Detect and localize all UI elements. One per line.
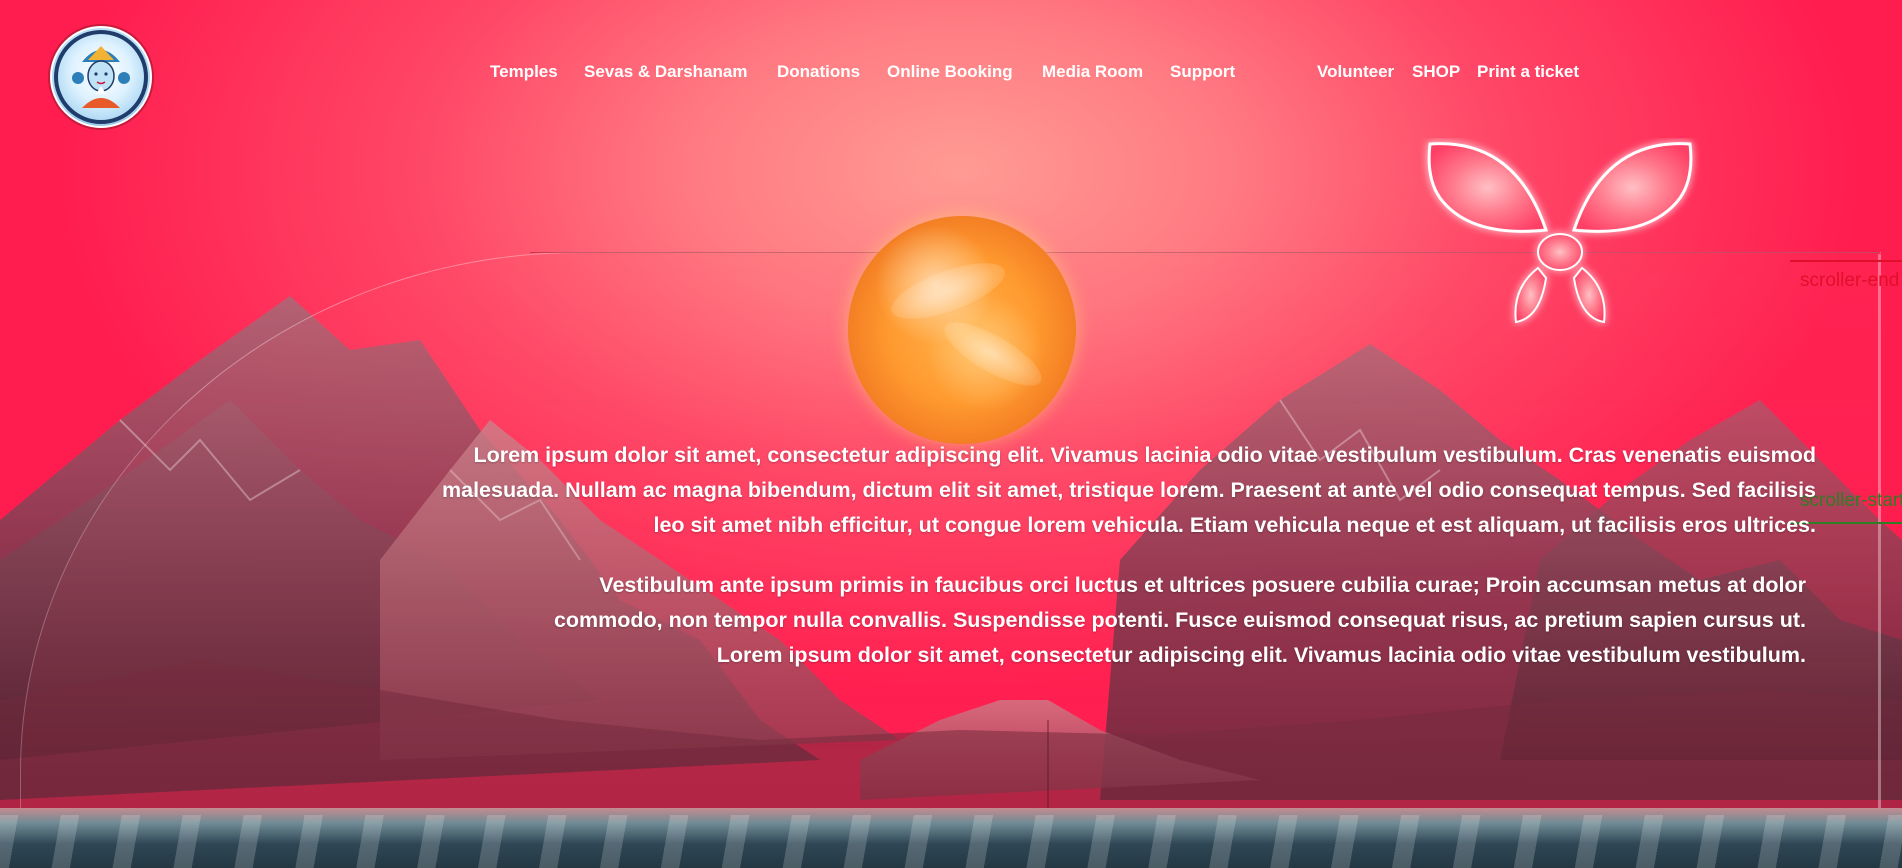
nav-item-sevas-darshanam[interactable]: Sevas & Darshanam — [584, 62, 747, 82]
panel-right-edge — [1878, 254, 1881, 814]
hero-paragraph-2: Vestibulum ante ipsum primis in faucibus… — [553, 573, 1806, 667]
nav-item-print-ticket[interactable]: Print a ticket — [1477, 62, 1579, 82]
scroller-end-line — [1790, 260, 1902, 262]
moon-cloud — [936, 310, 1050, 398]
nav-item-support[interactable]: Support — [1170, 62, 1235, 82]
water-ripples — [0, 815, 1902, 868]
moon-cloud — [884, 251, 1012, 331]
nav-item-shop[interactable]: SHOP — [1412, 62, 1460, 82]
main-navigation: Temples Sevas & Darshanam Donations Onli… — [0, 62, 1902, 88]
nav-item-volunteer[interactable]: Volunteer — [1317, 62, 1394, 82]
nav-item-online-booking[interactable]: Online Booking — [887, 62, 1013, 82]
orange-moon-image — [848, 216, 1076, 444]
butterfly-icon — [1427, 142, 1693, 324]
nav-item-temples[interactable]: Temples — [490, 62, 558, 82]
nav-item-donations[interactable]: Donations — [777, 62, 860, 82]
nav-item-media-room[interactable]: Media Room — [1042, 62, 1143, 82]
scroller-end-marker: scroller-end — [1800, 270, 1900, 291]
hero-paragraph-1: Lorem ipsum dolor sit amet, consectetur … — [442, 443, 1816, 537]
